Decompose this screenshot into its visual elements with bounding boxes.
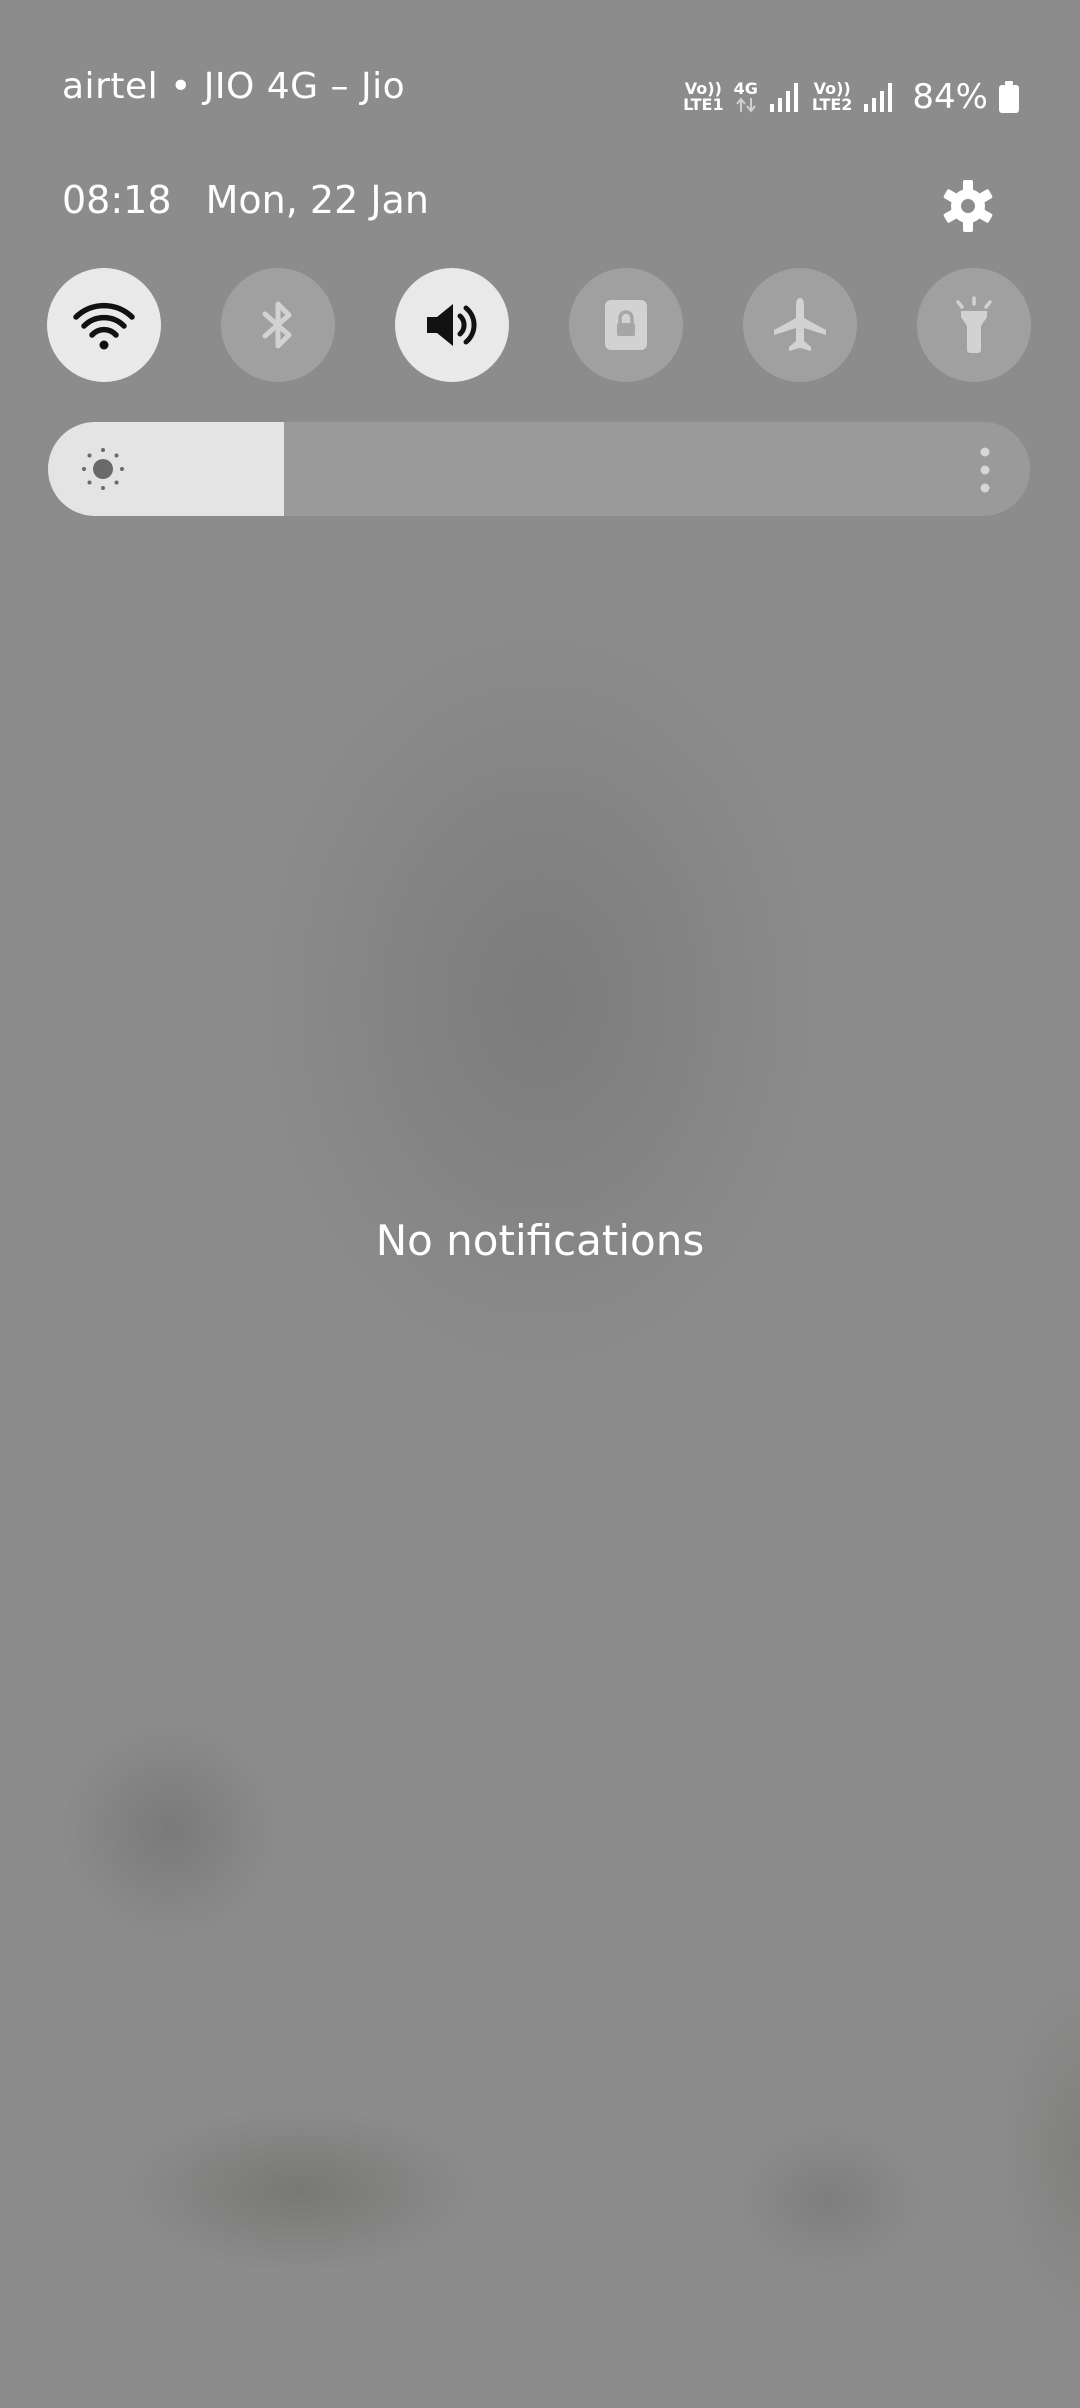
airplane-mode-toggle[interactable] <box>743 268 857 382</box>
sim2-volte-indicator: Vo)) LTE2 <box>811 79 853 114</box>
sim2-signal-icon <box>864 83 893 112</box>
sun-icon <box>82 448 124 490</box>
sound-toggle[interactable] <box>395 268 509 382</box>
portrait-lock-icon <box>605 300 647 350</box>
wifi-toggle[interactable] <box>47 268 161 382</box>
more-vertical-icon[interactable] <box>978 446 992 494</box>
date-time: 08:18 Mon, 22 Jan <box>62 178 429 222</box>
data-arrows-icon <box>735 97 756 113</box>
wifi-icon <box>73 302 135 350</box>
battery-icon <box>999 81 1019 113</box>
airplane-icon <box>774 298 826 351</box>
clock: 08:18 <box>62 178 172 222</box>
speaker-icon <box>427 304 477 346</box>
flashlight-icon <box>956 296 992 353</box>
rotation-lock-toggle[interactable] <box>569 268 683 382</box>
flashlight-toggle[interactable] <box>917 268 1031 382</box>
battery-percent: 84% <box>912 77 988 117</box>
brightness-slider[interactable] <box>48 422 1030 516</box>
quick-settings-tiles <box>47 268 1031 384</box>
bluetooth-toggle[interactable] <box>221 268 335 382</box>
no-notifications-label: No notifications <box>375 1216 705 1265</box>
mobile-data-indicator: 4G <box>734 81 758 113</box>
carrier-label: airtel • JIO 4G – Jio <box>62 66 406 107</box>
status-indicators: Vo)) LTE1 4G Vo)) LTE2 84% <box>683 74 1020 120</box>
date: Mon, 22 Jan <box>205 178 429 222</box>
sim1-volte-indicator: Vo)) LTE1 <box>683 79 724 114</box>
sim1-signal-icon <box>769 83 798 112</box>
gear-icon[interactable] <box>940 178 996 234</box>
status-bar: airtel • JIO 4G – Jio Vo)) LTE1 4G Vo)) … <box>0 0 1080 190</box>
bluetooth-icon <box>262 301 292 349</box>
